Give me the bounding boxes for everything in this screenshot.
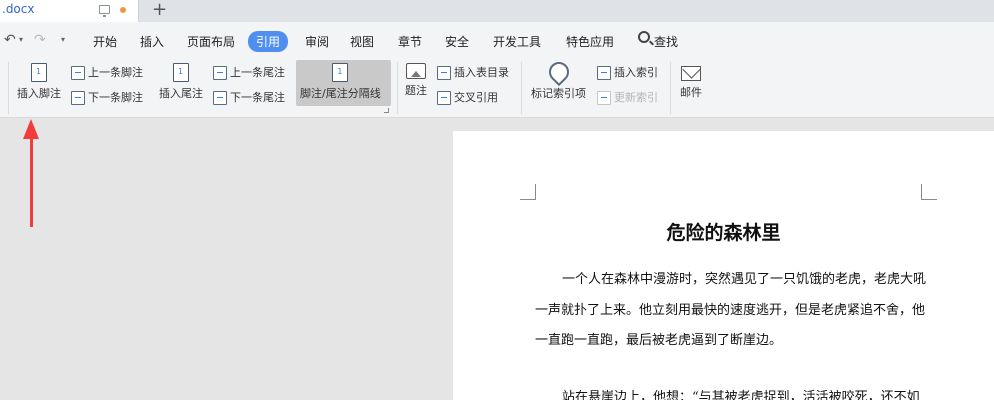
prev-footnote-label: 上一条脚注	[88, 66, 143, 79]
footnote-page-icon	[31, 63, 47, 82]
menu-section[interactable]: 章节	[398, 33, 422, 50]
mail-label: 邮件	[680, 86, 702, 99]
endnote-page-icon	[173, 63, 189, 82]
update-index-button[interactable]: 更新索引	[597, 89, 658, 105]
next-footnote-label: 下一条脚注	[88, 91, 143, 104]
footnote-separator-label: 脚注/尾注分隔线	[300, 87, 381, 100]
menu-home[interactable]: 开始	[93, 33, 117, 50]
caption-picture-icon	[406, 63, 426, 79]
prev-footnote-icon	[71, 66, 85, 80]
menu-special-apps[interactable]: 特色应用	[566, 33, 614, 50]
document-workspace: 危险的森林里 一个人在森林中漫游时，突然遇见了一只饥饿的老虎，老虎大吼 一声就扑…	[0, 119, 994, 400]
redo-icon[interactable]: ↷	[34, 32, 46, 48]
insert-index-label: 插入索引	[614, 66, 658, 79]
ribbon-divider	[670, 62, 671, 114]
paragraph-line: 一个人在森林中漫游时，突然遇见了一只饥饿的老虎，老虎大吼	[562, 272, 927, 287]
footnote-separator-button[interactable]: 脚注/尾注分隔线	[300, 63, 381, 101]
insert-index-button[interactable]: 插入索引	[597, 64, 658, 80]
undo-dropdown-icon[interactable]: ▾	[19, 35, 23, 44]
ribbon-toolbar: 插入脚注 上一条脚注 下一条脚注 插入尾注 上一条尾注 下一条尾注 脚注/尾注分…	[0, 57, 994, 118]
prev-endnote-icon	[213, 66, 227, 80]
document-heading: 危险的森林里	[666, 222, 781, 244]
tag-icon	[544, 57, 573, 87]
menu-bar: ↶ ▾ ↷ ▾ 开始 插入 页面布局 引用 审阅 视图 章节 安全 开发工具 特…	[0, 22, 994, 58]
tab-strip: .docx +	[0, 0, 994, 22]
next-footnote-icon	[71, 91, 85, 105]
cross-reference-label: 交叉引用	[454, 91, 498, 104]
menu-search-label[interactable]: 查找	[654, 33, 678, 50]
prev-footnote-button[interactable]: 上一条脚注	[71, 64, 143, 80]
caption-label: 题注	[405, 84, 427, 97]
ribbon-divider	[8, 62, 9, 114]
menu-insert[interactable]: 插入	[140, 33, 164, 50]
menu-security[interactable]: 安全	[445, 33, 469, 50]
next-endnote-button[interactable]: 下一条尾注	[213, 89, 285, 105]
cross-reference-button[interactable]: 交叉引用	[437, 89, 498, 105]
document-tab-title: .docx	[2, 2, 35, 16]
mail-button[interactable]: 邮件	[680, 66, 702, 100]
menu-developer-tools[interactable]: 开发工具	[493, 33, 541, 50]
paragraph-line: 站在悬崖边上，他想：“与其被老虎捉到，活活被咬死，还不如	[562, 390, 920, 400]
ribbon-divider	[521, 62, 522, 114]
separator-page-icon	[332, 63, 349, 82]
update-index-label: 更新索引	[614, 91, 658, 104]
paragraph-line: 一声就扑了上来。他立刻用最快的速度逃开，但是老虎紧追不舍，他	[535, 303, 926, 318]
insert-index-icon	[597, 66, 611, 80]
unsaved-dot-icon	[120, 7, 126, 13]
document-page[interactable]: 危险的森林里 一个人在森林中漫游时，突然遇见了一只饥饿的老虎，老虎大吼 一声就扑…	[453, 131, 994, 400]
insert-toc-button[interactable]: 插入表目录	[437, 64, 509, 80]
prev-endnote-label: 上一条尾注	[230, 66, 285, 79]
crop-mark-top-right	[921, 184, 937, 200]
quick-access-dropdown-icon[interactable]: ▾	[61, 35, 65, 44]
menu-view[interactable]: 视图	[350, 33, 374, 50]
paragraph-line: 一直跑一直跑，最后被老虎逼到了断崖边。	[535, 333, 783, 348]
menu-review[interactable]: 审阅	[305, 33, 329, 50]
crop-mark-top-left	[520, 184, 536, 200]
insert-endnote-label: 插入尾注	[159, 87, 203, 100]
insert-endnote-button[interactable]: 插入尾注	[159, 63, 203, 101]
new-tab-plus-icon[interactable]: +	[152, 0, 167, 20]
ribbon-divider	[397, 62, 398, 114]
insert-footnote-button[interactable]: 插入脚注	[17, 63, 61, 101]
undo-icon[interactable]: ↶	[4, 32, 16, 48]
document-tab[interactable]: .docx	[0, 0, 139, 22]
next-endnote-icon	[213, 91, 227, 105]
prev-endnote-button[interactable]: 上一条尾注	[213, 64, 285, 80]
mail-icon	[681, 66, 701, 81]
next-footnote-button[interactable]: 下一条脚注	[71, 89, 143, 105]
insert-toc-icon	[437, 66, 451, 80]
monitor-icon[interactable]	[99, 5, 110, 17]
mark-index-label: 标记索引项	[531, 87, 586, 100]
next-endnote-label: 下一条尾注	[230, 91, 285, 104]
search-icon[interactable]	[638, 31, 650, 43]
update-index-icon	[597, 91, 611, 105]
dialog-launcher-icon[interactable]	[384, 108, 389, 113]
menu-references[interactable]: 引用	[248, 31, 289, 52]
red-arrow-annotation-shaft	[30, 135, 33, 227]
insert-footnote-label: 插入脚注	[17, 87, 61, 100]
insert-toc-label: 插入表目录	[454, 66, 509, 79]
mark-index-button[interactable]: 标记索引项	[531, 57, 586, 101]
menu-page-layout[interactable]: 页面布局	[187, 33, 235, 50]
cross-reference-icon	[437, 91, 451, 105]
caption-button[interactable]: 题注	[405, 63, 427, 98]
